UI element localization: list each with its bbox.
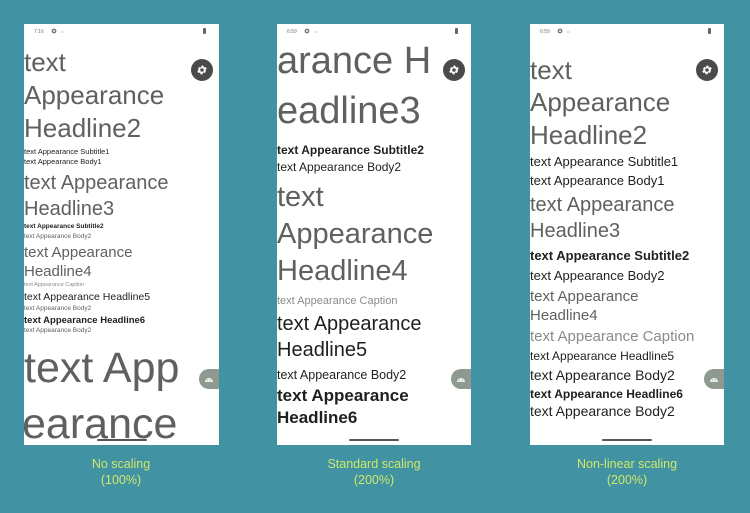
headline1-line: text App (24, 344, 180, 392)
phone-screen-standard-scaling: 6:59 •• arance H eadline3 text Appearanc… (277, 24, 471, 445)
caption-title: Non-linear scaling (576, 457, 678, 471)
headline3-line: Headline3 (24, 198, 115, 220)
headline4-line: Headline4 (530, 307, 598, 324)
headline6-line: text Appearance (277, 386, 409, 405)
headline2-line: Headline2 (530, 120, 648, 150)
subtitle1-text: text Appearance Subtitle1 (530, 154, 679, 169)
android-icon (710, 378, 718, 382)
headline4-line: text (277, 181, 324, 213)
android-icon (205, 378, 213, 382)
subtitle2-text: text Appearance Subtitle2 (277, 143, 424, 157)
headline5-line: text Appearance (277, 313, 422, 335)
body2-text: text Appearance Body2 (24, 327, 92, 334)
body1-text: text Appearance Body1 (24, 157, 102, 166)
headline2-line: Appearance (530, 87, 671, 117)
headline4-line: text Appearance (530, 288, 639, 305)
side-android-button[interactable] (704, 369, 724, 389)
body2-text: text Appearance Body2 (277, 368, 407, 382)
caption-title: No scaling (91, 457, 151, 471)
body2-text: text Appearance Body2 (530, 403, 675, 419)
headline4-line: Headline4 (277, 255, 408, 287)
settings-fab[interactable] (443, 59, 465, 81)
gear-icon (702, 65, 712, 75)
caption-no-scaling: No scaling (100%) (26, 456, 216, 488)
settings-fab[interactable] (191, 59, 213, 81)
subtitle1-text: text Appearance Subtitle1 (24, 147, 110, 156)
body2-text: text Appearance Body2 (24, 233, 92, 240)
headline3-line: text Appearance (24, 172, 169, 194)
body2-text: text Appearance Body2 (530, 268, 665, 283)
gear-icon (449, 65, 459, 75)
caption-value: (200%) (353, 473, 395, 487)
body2-text: text Appearance Body2 (530, 367, 675, 383)
side-android-button[interactable] (451, 369, 471, 389)
text-appearance-list: arance H eadline3 text Appearance Subtit… (277, 24, 471, 445)
caption-text: text Appearance Caption (277, 295, 398, 307)
headline2-line: Headline2 (24, 113, 142, 143)
headline4-line: Appearance (277, 218, 434, 250)
headline2-line: text (530, 55, 572, 85)
caption-non-linear-scaling: Non-linear scaling (200%) (532, 456, 722, 488)
caption-text: text Appearance Caption (24, 282, 85, 288)
caption-value: (200%) (606, 473, 648, 487)
headline6-text: text Appearance Headline6 (530, 387, 683, 401)
headline5-text: text Appearance Headline5 (530, 349, 675, 363)
phone-screen-non-linear-scaling: 6:59 •• text Appearance Headline2 text A… (530, 24, 724, 445)
text-appearance-list: text Appearance Headline2 text Appearanc… (24, 24, 219, 445)
subtitle2-text: text Appearance Subtitle2 (24, 223, 104, 230)
body2-text: text Appearance Body2 (277, 160, 402, 174)
caption-title: Standard scaling (327, 457, 421, 471)
headline4-line: text Appearance (24, 244, 133, 261)
headline3-line: Headline3 (530, 220, 621, 242)
settings-fab[interactable] (696, 59, 718, 81)
body1-text: text Appearance Body1 (530, 173, 665, 188)
home-indicator[interactable] (602, 439, 652, 441)
gear-icon (197, 65, 207, 75)
headline4-line: Headline4 (24, 263, 92, 280)
subtitle2-text: text Appearance Subtitle2 (530, 248, 690, 263)
headline2-line: text (24, 47, 66, 77)
caption-text: text Appearance Caption (530, 328, 695, 345)
android-icon (457, 378, 465, 382)
caption-standard-scaling: Standard scaling (200%) (279, 456, 469, 488)
home-indicator[interactable] (96, 439, 147, 441)
headline6-text: text Appearance Headline6 (24, 315, 146, 326)
phone-screen-no-scaling: 7:16 •• text Appearance Headline2 text A… (24, 24, 219, 445)
headline3-line: eadline3 (277, 90, 421, 132)
headline5-line: Headline5 (277, 339, 368, 361)
headline5-text: text Appearance Headline5 (24, 291, 151, 303)
headline6-line: Headline6 (277, 408, 358, 427)
home-indicator[interactable] (349, 439, 399, 441)
body2-text: text Appearance Body2 (24, 305, 92, 312)
headline2-line: Appearance (24, 80, 165, 110)
caption-value: (100%) (100, 473, 142, 487)
text-appearance-list: text Appearance Headline2 text Appearanc… (530, 24, 724, 445)
headline3-line: text Appearance (530, 194, 675, 216)
side-android-button[interactable] (199, 369, 219, 389)
headline3-line: arance H (277, 40, 432, 82)
